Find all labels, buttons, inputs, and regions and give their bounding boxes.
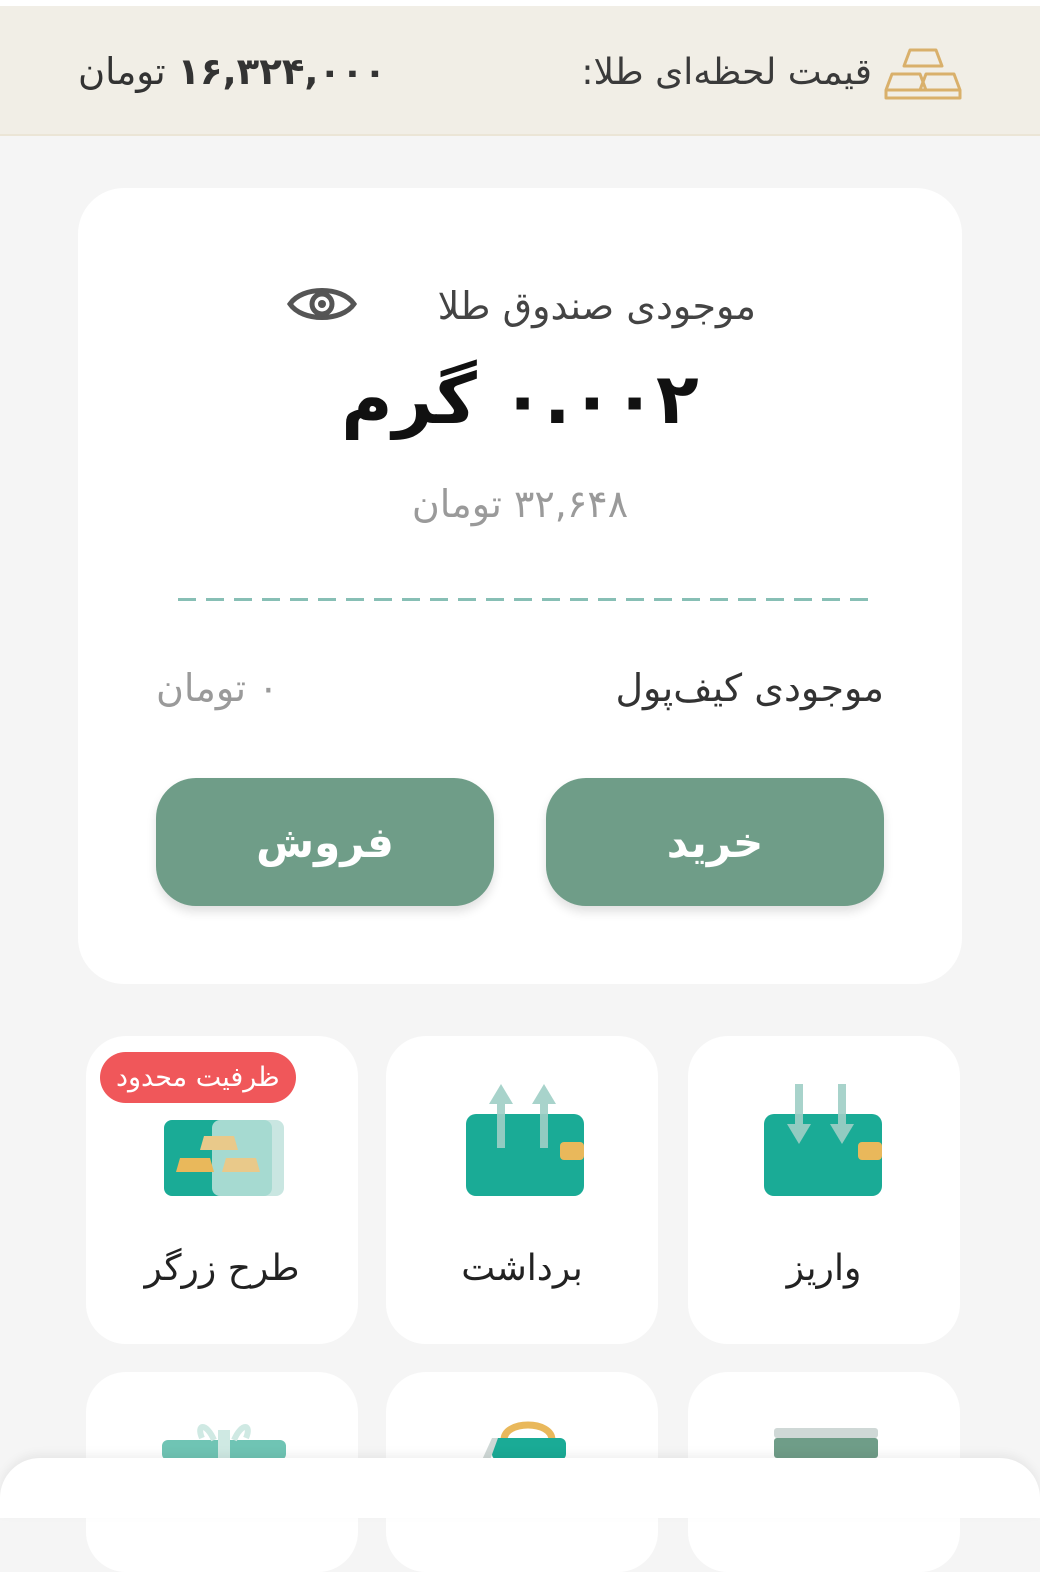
deposit-wallet-icon [764, 1084, 882, 1196]
gold-bars-icon [884, 48, 962, 100]
buy-button[interactable]: خرید [546, 778, 884, 906]
wallet-value: ۰ تومان [156, 666, 279, 710]
tile-gold-plan[interactable]: ظرفیت محدود طرح زرگر [86, 1036, 358, 1344]
price-unit: تومان [78, 50, 166, 93]
limited-capacity-badge: ظرفیت محدود [100, 1052, 296, 1103]
withdraw-wallet-icon [466, 1084, 584, 1196]
tile-label: واریز [786, 1248, 862, 1289]
tile-deposit[interactable]: واریز [688, 1036, 960, 1344]
eye-icon[interactable] [286, 280, 358, 328]
tile-label: برداشت [461, 1248, 583, 1289]
bottom-sheet [0, 1458, 1040, 1518]
sell-button[interactable]: فروش [156, 778, 494, 906]
tile-withdraw[interactable]: برداشت [386, 1036, 658, 1344]
gift-icon [162, 1424, 286, 1460]
price-label: قیمت لحظه‌ای طلا: [581, 52, 872, 93]
divider [178, 598, 878, 601]
toman-equivalent: ۳۲,۶۴۸ تومان [411, 482, 629, 526]
gold-amount: ۰.۰۰۲ گرم [341, 358, 699, 440]
price-value: ۱۶,۳۲۴,۰۰۰ تومان [78, 50, 386, 93]
bag-icon [482, 1421, 566, 1460]
wallet-label: موجودی کیف‌پول [615, 666, 884, 710]
card-icon [774, 1428, 878, 1458]
price-amount: ۱۶,۳۲۴,۰۰۰ [177, 50, 387, 93]
tile-label: طرح زرگر [144, 1248, 300, 1289]
gold-balance-card: موجودی صندوق طلا ۰.۰۰۲ گرم ۳۲,۶۴۸ تومان … [78, 188, 962, 984]
card-title: موجودی صندوق طلا [437, 284, 756, 328]
gold-price-bar: قیمت لحظه‌ای طلا: ۱۶,۳۲۴,۰۰۰ تومان [0, 6, 1040, 136]
